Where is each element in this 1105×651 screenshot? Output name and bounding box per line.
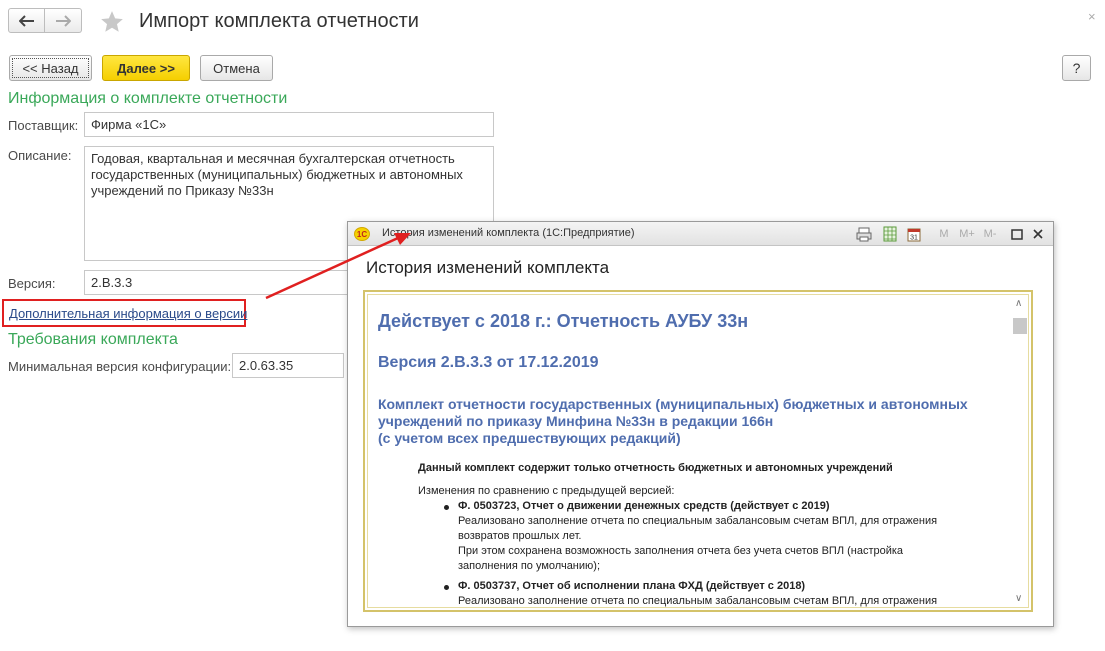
calendar-icon[interactable]: 31 bbox=[906, 226, 922, 242]
list-item-text: При этом сохранена возможность заполнени… bbox=[458, 545, 904, 557]
popup-window-title: История изменений комплекта (1С:Предприя… bbox=[382, 227, 635, 239]
history-nav bbox=[8, 8, 82, 33]
chevron-up-icon[interactable]: ∧ bbox=[1015, 298, 1022, 309]
doc-note: Данный комплект содержит только отчетнос… bbox=[418, 462, 893, 474]
list-item: Ф. 0503723, Отчет о движении денежных ср… bbox=[458, 499, 937, 574]
close-popup-icon[interactable] bbox=[1030, 226, 1046, 242]
print-icon[interactable] bbox=[856, 226, 872, 242]
memory-plus-button[interactable]: M+ bbox=[957, 226, 977, 242]
more-info-link[interactable]: Дополнительная информация о версии bbox=[9, 306, 247, 321]
list-item-text: заполнения по умолчанию); bbox=[458, 560, 600, 572]
list-item-text: Реализовано заполнение отчета по специал… bbox=[458, 515, 938, 527]
cancel-button[interactable]: Отмена bbox=[200, 55, 273, 81]
help-button[interactable]: ? bbox=[1062, 55, 1091, 81]
doc-changes-intro: Изменения по сравнению с предыдущей верс… bbox=[418, 485, 675, 497]
list-item-text: возвратов прошлых лет. bbox=[458, 530, 582, 542]
page-title: Импорт комплекта отчетности bbox=[139, 10, 419, 32]
app-logo-icon: 1С bbox=[354, 227, 370, 241]
requirements-section-title: Требования комплекта bbox=[8, 331, 178, 348]
popup-heading: История изменений комплекта bbox=[366, 258, 610, 277]
history-content-frame: Действует с 2018 г.: Отчетность АУБУ 33н… bbox=[363, 290, 1033, 612]
memory-minus-button[interactable]: M- bbox=[980, 226, 1000, 242]
info-section-title: Информация о комплекте отчетности bbox=[8, 90, 288, 107]
next-button[interactable]: Далее >> bbox=[102, 55, 190, 81]
supplier-field[interactable]: Фирма «1С» bbox=[84, 112, 494, 137]
list-item-title: Ф. 0503723, Отчет о движении денежных ср… bbox=[458, 500, 830, 512]
forward-arrow-button[interactable] bbox=[45, 8, 82, 33]
doc-heading-3-line: Комплект отчетности государственных (мун… bbox=[378, 396, 968, 412]
arrow-right-icon bbox=[56, 14, 71, 27]
min-version-field[interactable]: 2.0.63.35 bbox=[232, 353, 344, 378]
doc-heading-3: Комплект отчетности государственных (мун… bbox=[378, 396, 998, 447]
bullet-dot bbox=[444, 585, 449, 590]
description-label: Описание: bbox=[8, 148, 72, 163]
list-item-text: Реализовано заполнение отчета по специал… bbox=[458, 595, 938, 607]
history-document[interactable]: Действует с 2018 г.: Отчетность АУБУ 33н… bbox=[367, 294, 1029, 608]
doc-heading-1: Действует с 2018 г.: Отчетность АУБУ 33н bbox=[378, 311, 749, 331]
scrollbar-thumb[interactable] bbox=[1013, 318, 1027, 334]
memory-m-button[interactable]: M bbox=[936, 226, 952, 242]
history-popup-window: 1С История изменений комплекта (1С:Предп… bbox=[347, 221, 1054, 627]
chevron-down-icon[interactable]: ∨ bbox=[1015, 593, 1022, 604]
bullet-dot bbox=[444, 505, 449, 510]
doc-heading-3-line: учреждений по приказу Минфина №33н в ред… bbox=[378, 413, 774, 429]
list-item: Ф. 0503737, Отчет об исполнении плана ФХ… bbox=[458, 579, 938, 607]
doc-heading-2: Версия 2.В.3.3 от 17.12.2019 bbox=[378, 354, 599, 371]
version-field[interactable]: 2.В.3.3 bbox=[84, 270, 348, 295]
back-arrow-button[interactable] bbox=[8, 8, 45, 33]
popup-titlebar[interactable]: 1С История изменений комплекта (1С:Предп… bbox=[348, 222, 1053, 246]
spreadsheet-icon[interactable] bbox=[882, 226, 898, 242]
list-item-title: Ф. 0503737, Отчет об исполнении плана ФХ… bbox=[458, 580, 806, 592]
favorite-star-icon[interactable] bbox=[99, 9, 125, 35]
arrow-left-icon bbox=[18, 14, 34, 27]
supplier-label: Поставщик: bbox=[8, 118, 79, 133]
version-label: Версия: bbox=[8, 276, 56, 291]
min-version-label: Минимальная версия конфигурации: bbox=[8, 359, 232, 374]
close-icon[interactable]: × bbox=[1088, 9, 1096, 24]
doc-heading-3-line: (с учетом всех предшествующих редакций) bbox=[378, 430, 681, 446]
vertical-scrollbar[interactable]: ∧ ∨ bbox=[1013, 296, 1027, 606]
maximize-icon[interactable] bbox=[1009, 226, 1025, 242]
back-button[interactable]: << Назад bbox=[9, 55, 92, 81]
svg-text:31: 31 bbox=[910, 235, 918, 242]
